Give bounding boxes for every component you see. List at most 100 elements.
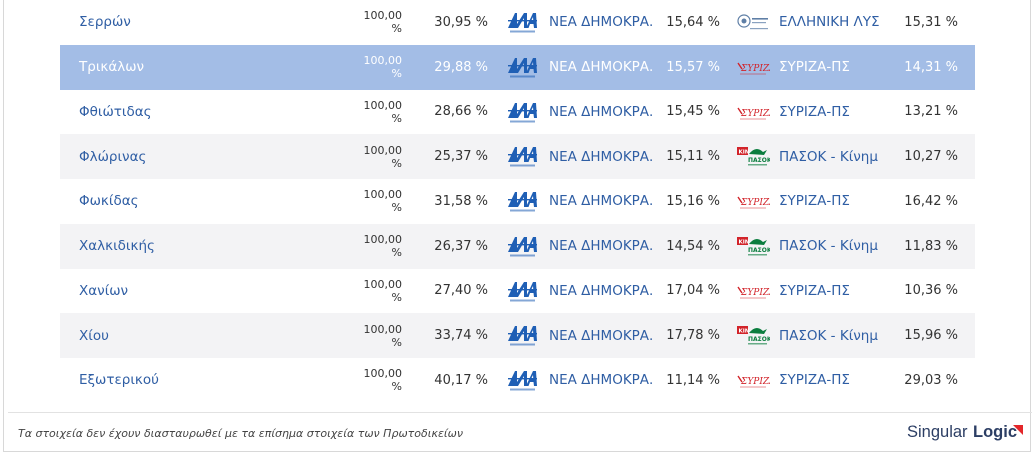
region-name-link[interactable]: Σερρών xyxy=(79,14,131,30)
turnout-percent: 33,74 % xyxy=(434,328,488,344)
pasok-logo-icon: ΚΙΝ ΠΑΣΟΚ xyxy=(736,323,772,348)
second-party-name-link[interactable]: ΠΑΣΟΚ - Κίνημ... xyxy=(779,238,879,254)
region-name-link[interactable]: Φλώρινας xyxy=(79,149,146,165)
second-party-percent: 11,83 % xyxy=(904,238,958,254)
brand-text-part2: Logic xyxy=(973,423,1017,441)
counted-percent: 100,00 % xyxy=(363,54,403,81)
syriza-logo-icon: ΣΥΡΙΖΑ xyxy=(736,368,776,393)
footer-divider xyxy=(8,412,1032,413)
first-party-percent: 15,16 % xyxy=(666,193,720,209)
second-party-name-link[interactable]: ΣΥΡΙΖΑ-ΠΣ xyxy=(779,372,879,388)
second-party-name-link[interactable]: ΣΥΡΙΖΑ-ΠΣ xyxy=(779,193,879,209)
pasok-logo-icon: ΚΙΝ ΠΑΣΟΚ xyxy=(736,144,772,169)
svg-text:ΚΙΝ: ΚΙΝ xyxy=(739,329,750,335)
second-party-name-link[interactable]: ΣΥΡΙΖΑ-ΠΣ xyxy=(779,104,879,120)
second-party-name-link[interactable]: ΕΛΛΗΝΙΚΗ ΛΥΣ... xyxy=(779,14,879,30)
first-party-percent: 15,11 % xyxy=(666,149,720,165)
first-party-percent: 14,54 % xyxy=(666,238,720,254)
region-name-link[interactable]: Τρικάλων xyxy=(79,59,144,75)
nd-logo-icon xyxy=(506,368,539,393)
nd-logo-icon xyxy=(506,100,539,125)
region-name-link[interactable]: Εξωτερικού xyxy=(79,372,159,388)
first-party-percent: 15,45 % xyxy=(666,104,720,120)
second-party-percent: 13,21 % xyxy=(904,104,958,120)
nd-logo-icon xyxy=(506,144,539,169)
turnout-percent: 28,66 % xyxy=(434,104,488,120)
first-party-percent: 15,57 % xyxy=(666,59,720,75)
region-name-link[interactable]: Χαλκιδικής xyxy=(79,238,155,254)
second-party-name-link[interactable]: ΣΥΡΙΖΑ-ΠΣ xyxy=(779,283,879,299)
svg-text:ΠΑΣΟΚ: ΠΑΣΟΚ xyxy=(748,157,770,164)
counted-percent: 100,00 % xyxy=(363,322,403,349)
turnout-percent: 26,37 % xyxy=(434,238,488,254)
second-party-name-link[interactable]: ΠΑΣΟΚ - Κίνημ... xyxy=(779,149,879,165)
first-party-name-link[interactable]: ΝΕΑ ΔΗΜΟΚΡΑ... xyxy=(549,328,654,344)
first-party-percent: 11,14 % xyxy=(666,372,720,388)
syriza-logo-icon: ΣΥΡΙΖΑ xyxy=(736,100,776,125)
turnout-percent: 27,40 % xyxy=(434,283,488,299)
svg-text:ΠΑΣΟΚ: ΠΑΣΟΚ xyxy=(748,247,770,254)
counted-percent: 100,00 % xyxy=(363,367,403,394)
turnout-percent: 30,95 % xyxy=(434,14,488,30)
first-party-name-link[interactable]: ΝΕΑ ΔΗΜΟΚΡΑ... xyxy=(549,193,654,209)
singular-logic-logo: Singular Logic xyxy=(907,421,1025,443)
turnout-percent: 29,88 % xyxy=(434,59,488,75)
svg-text:ΠΑΣΟΚ: ΠΑΣΟΚ xyxy=(748,336,770,343)
svg-text:ΣΥΡΙΖΑ: ΣΥΡΙΖΑ xyxy=(740,64,770,74)
first-party-name-link[interactable]: ΝΕΑ ΔΗΜΟΚΡΑ... xyxy=(549,149,654,165)
elliniki-lysi-logo-icon xyxy=(736,10,770,35)
svg-text:ΚΙΝ: ΚΙΝ xyxy=(739,239,750,245)
first-party-name-link[interactable]: ΝΕΑ ΔΗΜΟΚΡΑ... xyxy=(549,14,654,30)
table-row[interactable]: Φθιώτιδας 100,00 % 28,66 % ΝΕΑ ΔΗΜΟΚΡΑ..… xyxy=(60,90,975,135)
second-party-percent: 15,96 % xyxy=(904,328,958,344)
second-party-percent: 14,31 % xyxy=(904,59,958,75)
first-party-percent: 15,64 % xyxy=(666,14,720,30)
table-row[interactable]: Σερρών 100,00 % 30,95 % ΝΕΑ ΔΗΜΟΚΡΑ... 1… xyxy=(60,0,975,45)
table-row[interactable]: Χανίων 100,00 % 27,40 % ΝΕΑ ΔΗΜΟΚΡΑ... 1… xyxy=(60,269,975,314)
counted-percent: 100,00 % xyxy=(363,143,403,170)
counted-percent: 100,00 % xyxy=(363,277,403,304)
syriza-logo-icon: ΣΥΡΙΖΑ xyxy=(736,189,776,214)
table-row[interactable]: Χίου 100,00 % 33,74 % ΝΕΑ ΔΗΜΟΚΡΑ... 17,… xyxy=(60,313,975,358)
pasok-logo-icon: ΚΙΝ ΠΑΣΟΚ xyxy=(736,234,772,259)
table-row[interactable]: Εξωτερικού 100,00 % 40,17 % ΝΕΑ ΔΗΜΟΚΡΑ.… xyxy=(60,358,975,403)
nd-logo-icon xyxy=(506,55,539,80)
disclaimer-text: Τα στοιχεία δεν έχουν διασταυρωθεί με τα… xyxy=(18,427,463,440)
results-table: Σερρών 100,00 % 30,95 % ΝΕΑ ΔΗΜΟΚΡΑ... 1… xyxy=(60,0,975,403)
svg-text:ΣΥΡΙΖΑ: ΣΥΡΙΖΑ xyxy=(740,198,770,208)
region-name-link[interactable]: Χανίων xyxy=(79,283,128,299)
table-row[interactable]: Τρικάλων 100,00 % 29,88 % ΝΕΑ ΔΗΜΟΚΡΑ...… xyxy=(60,44,975,90)
second-party-name-link[interactable]: ΠΑΣΟΚ - Κίνημ... xyxy=(779,328,879,344)
first-party-name-link[interactable]: ΝΕΑ ΔΗΜΟΚΡΑ... xyxy=(549,238,654,254)
region-name-link[interactable]: Χίου xyxy=(79,328,109,344)
second-party-name-link[interactable]: ΣΥΡΙΖΑ-ΠΣ xyxy=(779,59,879,75)
counted-percent: 100,00 % xyxy=(363,9,403,36)
results-panel: Σερρών 100,00 % 30,95 % ΝΕΑ ΔΗΜΟΚΡΑ... 1… xyxy=(3,0,1032,452)
second-party-percent: 10,27 % xyxy=(904,149,958,165)
table-row[interactable]: Χαλκιδικής 100,00 % 26,37 % ΝΕΑ ΔΗΜΟΚΡΑ.… xyxy=(60,223,975,269)
first-party-name-link[interactable]: ΝΕΑ ΔΗΜΟΚΡΑ... xyxy=(549,104,654,120)
table-row[interactable]: Φωκίδας 100,00 % 31,58 % ΝΕΑ ΔΗΜΟΚΡΑ... … xyxy=(60,179,975,224)
turnout-percent: 31,58 % xyxy=(434,193,488,209)
nd-logo-icon xyxy=(506,323,539,348)
first-party-percent: 17,78 % xyxy=(666,328,720,344)
first-party-percent: 17,04 % xyxy=(666,283,720,299)
second-party-percent: 16,42 % xyxy=(904,193,958,209)
svg-text:ΣΥΡΙΖΑ: ΣΥΡΙΖΑ xyxy=(740,377,770,387)
first-party-name-link[interactable]: ΝΕΑ ΔΗΜΟΚΡΑ... xyxy=(549,283,654,299)
first-party-name-link[interactable]: ΝΕΑ ΔΗΜΟΚΡΑ... xyxy=(549,59,654,75)
region-name-link[interactable]: Φωκίδας xyxy=(79,193,139,209)
nd-logo-icon xyxy=(506,189,539,214)
region-name-link[interactable]: Φθιώτιδας xyxy=(79,104,152,120)
counted-percent: 100,00 % xyxy=(363,188,403,215)
turnout-percent: 25,37 % xyxy=(434,149,488,165)
nd-logo-icon xyxy=(506,279,539,304)
svg-text:ΣΥΡΙΖΑ: ΣΥΡΙΖΑ xyxy=(740,109,770,119)
nd-logo-icon xyxy=(506,234,539,259)
first-party-name-link[interactable]: ΝΕΑ ΔΗΜΟΚΡΑ... xyxy=(549,372,654,388)
counted-percent: 100,00 % xyxy=(363,233,403,260)
svg-text:ΚΙΝ: ΚΙΝ xyxy=(739,150,750,156)
table-row[interactable]: Φλώρινας 100,00 % 25,37 % ΝΕΑ ΔΗΜΟΚΡΑ...… xyxy=(60,134,975,179)
turnout-percent: 40,17 % xyxy=(434,372,488,388)
brand-text-part1: Singular xyxy=(907,423,968,441)
